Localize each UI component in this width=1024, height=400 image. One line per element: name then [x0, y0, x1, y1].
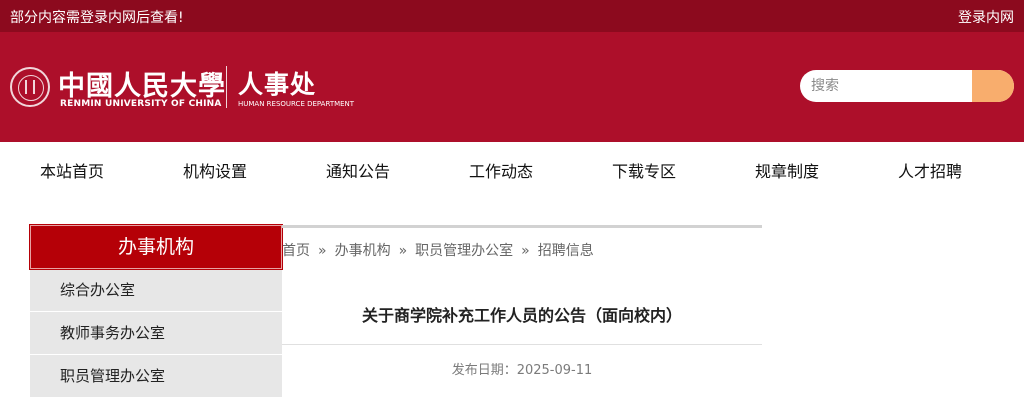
nav-organization[interactable]: 机构设置 [183, 158, 247, 182]
search-icon[interactable] [972, 70, 1014, 102]
breadcrumb-recruitment[interactable]: 招聘信息 [538, 243, 594, 259]
office-sidebar: 办事机构 综合办公室 教师事务办公室 职员管理办公室 [29, 224, 283, 398]
logo-divider [226, 66, 227, 108]
department-name-en: HUMAN RESOURCE DEPARTMENT [238, 100, 355, 108]
nav-notices[interactable]: 通知公告 [326, 158, 390, 182]
breadcrumb-offices[interactable]: 办事机构 [335, 243, 391, 259]
title-divider [282, 344, 762, 345]
sidebar-item-teacher-affairs[interactable]: 教师事务办公室 [30, 312, 282, 355]
nav-home[interactable]: 本站首页 [40, 158, 104, 182]
sidebar-title: 办事机构 [29, 224, 283, 270]
site-search [800, 70, 1014, 102]
publish-date: 发布日期：2025-09-11 [451, 363, 593, 378]
article-title: 关于商学院补充工作人员的公告（面向校内） [361, 306, 682, 325]
search-input[interactable] [800, 70, 972, 102]
article-panel: 首页 » 办事机构 » 职员管理办公室 » 招聘信息 关于商学院补充工作人员的公告（面向校内… [282, 225, 762, 400]
nav-recruitment[interactable]: 人才招聘 [898, 158, 962, 182]
site-header: 中國人民大學 RENMIN UNIVERSITY OF CHINA 人事处 HU… [0, 32, 1024, 142]
breadcrumb-home[interactable]: 首页 [282, 243, 310, 259]
breadcrumb-separator: » [318, 243, 327, 259]
sidebar-item-staff-management[interactable]: 职员管理办公室 [30, 355, 282, 398]
breadcrumb-staff-office[interactable]: 职员管理办公室 [415, 243, 513, 259]
nav-work-news[interactable]: 工作动态 [469, 158, 533, 182]
intranet-login-link[interactable]: 登录内网 [958, 7, 1014, 27]
login-notice: 部分内容需登录内网后查看! [10, 10, 184, 26]
breadcrumb-separator: » [398, 243, 408, 259]
main-navigation: 本站首页 机构设置 通知公告 工作动态 下载专区 规章制度 人才招聘 [0, 142, 1024, 192]
nav-downloads[interactable]: 下载专区 [612, 158, 676, 182]
university-name-en: RENMIN UNIVERSITY OF CHINA [60, 99, 222, 109]
breadcrumb-separator: » [521, 243, 530, 259]
department-name-cn: 人事处 [238, 70, 317, 99]
sidebar-item-general-office[interactable]: 综合办公室 [30, 269, 282, 312]
top-notice-bar: 部分内容需登录内网后查看! 登录内网 [0, 0, 1024, 32]
university-name-cn: 中國人民大學 [58, 71, 226, 102]
university-seal-icon[interactable] [10, 67, 50, 107]
nav-regulations[interactable]: 规章制度 [755, 158, 819, 182]
breadcrumb: 首页 » 办事机构 » 职员管理办公室 » 招聘信息 [282, 240, 594, 260]
